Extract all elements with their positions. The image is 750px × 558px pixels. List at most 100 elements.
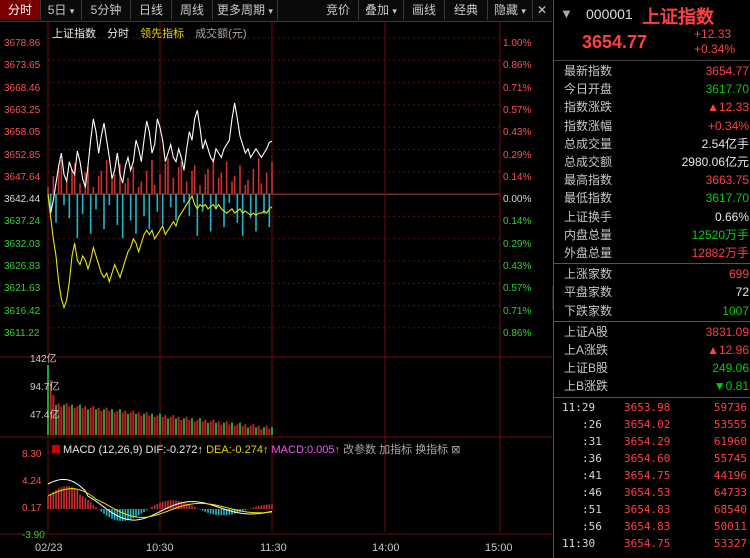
tab-weekly[interactable]: 周线	[172, 0, 213, 20]
volume-bar	[135, 413, 137, 435]
stat-row: 总成交量 2.54亿手	[554, 135, 750, 153]
volume-bar	[225, 421, 228, 435]
stat-label: 最高指数	[564, 173, 613, 188]
volume-bar	[201, 421, 204, 435]
legend-index-name: 上证指数	[52, 28, 96, 40]
tick-price: 3654.02	[624, 417, 671, 431]
volume-bar	[148, 415, 151, 435]
tab-classic[interactable]: 经典	[445, 0, 488, 20]
index-row: 上证B股 249.06	[554, 359, 750, 377]
price-axis-label: 3673.65	[4, 60, 41, 72]
time-axis-1030: 10:30	[146, 542, 174, 554]
stat-label: 最低指数	[564, 191, 613, 206]
pct-axis-label: 0.71%	[503, 82, 532, 94]
tick-time: :36	[582, 451, 602, 465]
stat-label: 指数涨跌	[564, 100, 613, 115]
tab-overlay[interactable]: 叠加 ▾	[359, 0, 404, 20]
tab-5min[interactable]: 5分钟	[82, 0, 131, 20]
chevron-down-icon: ▾	[392, 6, 397, 16]
stat-value: 72	[735, 285, 749, 300]
volume-bar	[127, 414, 129, 435]
volume-bar	[199, 418, 201, 435]
tick-price: 3654.60	[624, 451, 671, 465]
price-axis-label: 3621.63	[4, 283, 41, 295]
tab-daily[interactable]: 日线	[131, 0, 172, 20]
price-axis-label: 3611.22	[4, 327, 40, 339]
volume-bar	[95, 409, 97, 435]
volume-bar	[239, 422, 241, 435]
add-indicator-button[interactable]: 加指标	[379, 444, 412, 456]
volume-bar	[116, 410, 119, 435]
switch-indicator-button[interactable]: 换指标	[415, 444, 448, 456]
stat-value: 699	[728, 267, 749, 282]
volume-bar	[76, 406, 79, 435]
period-toolbar: 分时 5日 ▾ 5分钟 日线 周线 更多周期 ▾ 竞价 叠加 ▾ 画线 经典 隐…	[0, 0, 552, 22]
volume-bar	[81, 407, 84, 435]
index-row: 上证A股 3831.09	[554, 323, 750, 341]
tab-draw[interactable]: 画线	[404, 0, 445, 20]
volume-bar	[204, 419, 207, 435]
stat-row: 总成交额 2980.06亿元	[554, 153, 750, 171]
volume-bar	[207, 423, 209, 435]
dropdown-icon[interactable]: ▼	[560, 6, 573, 21]
stat-value: 0.66%	[714, 209, 749, 224]
price-axis-label: 3647.64	[4, 171, 41, 183]
stat-label: 今日开盘	[564, 82, 613, 97]
tab-5day[interactable]: 5日 ▾	[41, 0, 82, 20]
volume-bar	[175, 418, 177, 435]
volume-bar	[143, 413, 145, 435]
tab-5day-label: 5日	[47, 3, 67, 17]
volume-bar	[97, 407, 100, 435]
tick-price: 3653.98	[624, 400, 671, 414]
volume-bar	[233, 426, 236, 435]
close-icon[interactable]: ⊠	[451, 444, 460, 456]
stat-label: 最新指数	[564, 64, 613, 78]
volume-bar	[159, 413, 161, 435]
tab-hide[interactable]: 隐藏 ▾	[488, 0, 533, 20]
modify-params-button[interactable]: 改参数	[343, 444, 376, 456]
price-axis-label: 3626.83	[4, 261, 41, 272]
volume-bar	[188, 419, 191, 435]
tick-time: :26	[582, 417, 602, 431]
current-price: 3654.77	[582, 32, 648, 52]
macd-axis-label: 0.17	[22, 503, 42, 514]
stat-value: 12882万手	[691, 246, 749, 260]
stock-code: 000001	[586, 6, 633, 22]
stat-label: 上涨家数	[564, 267, 613, 282]
stat-row: 外盘总量 12882万手	[554, 244, 750, 262]
tick-volume: 53555	[713, 417, 747, 431]
pct-axis-label: 0.86%	[503, 327, 532, 339]
time-axis-1130: 11:30	[260, 542, 287, 554]
divider	[554, 396, 750, 398]
stat-value: 12520万手	[691, 227, 749, 242]
legend-fenshi: 分时	[107, 28, 130, 40]
volume-bar	[255, 427, 257, 435]
macd-title: MACD (12,26,9)	[63, 444, 143, 456]
stat-value: 1007	[722, 303, 749, 318]
tab-auction[interactable]: 竞价	[318, 0, 359, 20]
chart-legend: 上证指数 分时 领先指标 成交额(元)	[52, 25, 255, 41]
tab-more-periods[interactable]: 更多周期 ▾	[213, 0, 278, 20]
tick-time: :41	[582, 468, 602, 482]
divider	[554, 320, 750, 322]
tick-volume: 59736	[713, 400, 747, 414]
tick-volume: 50011	[713, 519, 747, 533]
volume-bar	[161, 416, 164, 435]
volume-axis-label: 47.4亿	[30, 410, 60, 421]
intraday-chart[interactable]	[0, 22, 552, 558]
pct-axis-label: 0.43%	[503, 261, 532, 272]
macd-color-swatch	[52, 445, 60, 453]
stat-value: 249.06	[712, 361, 749, 376]
tick-price: 3654.83	[624, 519, 671, 533]
stat-value: ▲12.33	[707, 100, 749, 115]
macd-axis-label: 8.30	[22, 449, 42, 460]
volume-bar	[84, 406, 87, 435]
tick-price: 3654.29	[624, 434, 671, 448]
volume-bar	[220, 424, 223, 435]
tab-fenshi[interactable]: 分时	[0, 0, 41, 20]
stock-name: 上证指数	[642, 7, 714, 27]
close-icon[interactable]: ✕	[533, 0, 551, 20]
macd-value: MACD:0.005↑	[271, 444, 340, 456]
volume-bar	[223, 422, 225, 435]
volume-bar	[217, 421, 220, 435]
